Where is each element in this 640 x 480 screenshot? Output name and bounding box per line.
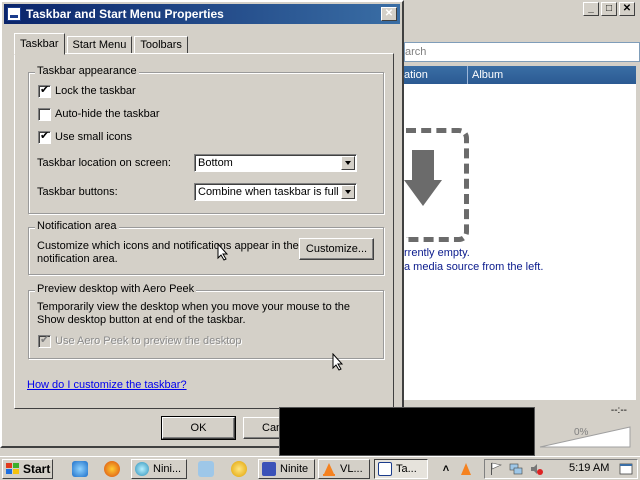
vlc-cone-icon — [323, 463, 335, 476]
volume-percent: 0% — [574, 427, 589, 438]
dialog-titlebar[interactable]: Taskbar and Start Menu Properties ✕ — [4, 4, 400, 24]
tab-taskbar[interactable]: Taskbar — [14, 33, 65, 55]
notification-area-group: Notification area Customize which icons … — [28, 220, 384, 275]
taskbar-button-label: VL... — [340, 463, 363, 475]
download-arrow-icon — [404, 150, 442, 206]
system-tray: 5:19 AM — [484, 459, 638, 479]
taskbar-button-taskbar-properties[interactable]: Ta... — [374, 459, 428, 479]
restore-button[interactable]: □ — [601, 2, 617, 16]
location-label: Taskbar location on screen: — [37, 157, 171, 169]
buttons-label: Taskbar buttons: — [37, 186, 118, 198]
chevron-up-icon[interactable]: ˄ — [440, 462, 452, 476]
aero-peek-group: Preview desktop with Aero Peek Temporari… — [28, 283, 384, 359]
network-status-icon[interactable] — [509, 462, 523, 476]
dialog-tabs: Taskbar Start Menu Toolbars — [14, 32, 190, 55]
taskbar-button-nini[interactable]: Nini... — [131, 459, 187, 479]
taskbar-clock[interactable]: 5:19 AM — [569, 462, 609, 474]
small-icons-label[interactable]: Use small icons — [55, 131, 132, 143]
aero-peek-desc-line1: Temporarily view the desktop when you mo… — [37, 301, 351, 313]
network-icon[interactable] — [198, 461, 214, 477]
lock-taskbar-label[interactable]: Lock the taskbar — [55, 85, 136, 97]
taskbar-button-ninite[interactable]: Ninite — [258, 459, 315, 479]
media-list-header: ation Album — [404, 66, 636, 84]
flag-icon[interactable] — [489, 462, 503, 476]
media-search-input[interactable]: arch — [404, 42, 640, 62]
internet-explorer-icon[interactable] — [72, 461, 88, 477]
dialog-title: Taskbar and Start Menu Properties — [26, 7, 224, 21]
taskbar-appearance-legend: Taskbar appearance — [35, 65, 139, 77]
windows-flag-icon — [6, 463, 19, 474]
empty-list-message-line2: a media source from the left. — [404, 261, 544, 273]
tab-start-menu[interactable]: Start Menu — [66, 36, 133, 54]
taskbar-appearance-group: Taskbar appearance Lock the taskbar Auto… — [28, 65, 384, 214]
close-button[interactable]: ✕ — [619, 2, 635, 16]
empty-list-message-line1: rrently empty. — [404, 247, 470, 259]
location-select-value: Bottom — [198, 157, 233, 169]
notification-desc-line1: Customize which icons and notifications … — [37, 240, 299, 252]
taskbar-properties-dialog: Taskbar and Start Menu Properties ✕ Task… — [0, 0, 404, 448]
firefox-icon[interactable] — [104, 461, 120, 477]
aero-peek-legend: Preview desktop with Aero Peek — [35, 283, 197, 295]
help-link[interactable]: How do I customize the taskbar? — [27, 379, 187, 391]
notification-area-legend: Notification area — [35, 220, 119, 232]
lock-taskbar-checkbox[interactable] — [38, 84, 51, 98]
location-select[interactable]: Bottom — [194, 154, 357, 172]
autohide-checkbox[interactable] — [38, 108, 51, 121]
aero-peek-checkbox — [38, 334, 51, 348]
chevron-down-icon[interactable] — [341, 156, 355, 170]
start-label: Start — [23, 462, 51, 476]
start-button[interactable]: Start — [2, 459, 53, 479]
taskbar-button-label: Ninite — [280, 463, 309, 475]
vlc-tray-icon[interactable] — [458, 461, 474, 477]
mouse-pointer-icon — [332, 353, 344, 371]
taskbar-button-label: Ta... — [396, 463, 417, 475]
taskbar-properties-icon — [7, 7, 21, 21]
buttons-select[interactable]: Combine when taskbar is full — [194, 183, 357, 201]
ninite-app-icon — [135, 462, 149, 476]
buttons-select-value: Combine when taskbar is full — [198, 186, 339, 198]
column-header-album[interactable]: Album — [468, 66, 636, 84]
taskbar: Start Nini... Ninite VL... Ta... ˄ 5:19 … — [0, 456, 640, 480]
taskbar-properties-icon — [378, 462, 392, 476]
taskbar-button-vlc[interactable]: VL... — [318, 459, 370, 479]
playback-time: --:-- — [610, 405, 627, 416]
mouse-pointer-icon — [217, 243, 229, 261]
ninite-installer-icon — [262, 462, 276, 476]
aero-peek-checkbox-label: Use Aero Peek to preview the desktop — [55, 335, 242, 347]
tab-toolbars[interactable]: Toolbars — [134, 36, 188, 54]
chevron-down-icon[interactable] — [341, 185, 355, 199]
notification-desc-line2: notification area. — [37, 253, 118, 265]
minimize-button[interactable]: _ — [583, 2, 599, 16]
show-desktop-icon[interactable] — [619, 462, 633, 476]
customize-button[interactable]: Customize... — [299, 238, 374, 260]
media-player-titlebar: _ □ ✕ — [396, 0, 640, 20]
small-icons-checkbox[interactable] — [38, 130, 51, 144]
media-icon[interactable] — [231, 461, 247, 477]
redacted-overlay — [279, 407, 535, 456]
autohide-label[interactable]: Auto-hide the taskbar — [55, 108, 160, 120]
ok-button[interactable]: OK — [161, 416, 236, 440]
dialog-close-button[interactable]: ✕ — [381, 7, 397, 21]
aero-peek-desc-line2: Show desktop button at end of the taskba… — [37, 314, 246, 326]
taskbar-button-label: Nini... — [153, 463, 182, 475]
column-header-title[interactable]: ation — [404, 66, 468, 84]
media-player-window: _ □ ✕ arch ation Album rrently empty. a … — [395, 0, 640, 456]
speaker-muted-icon[interactable] — [529, 462, 543, 476]
